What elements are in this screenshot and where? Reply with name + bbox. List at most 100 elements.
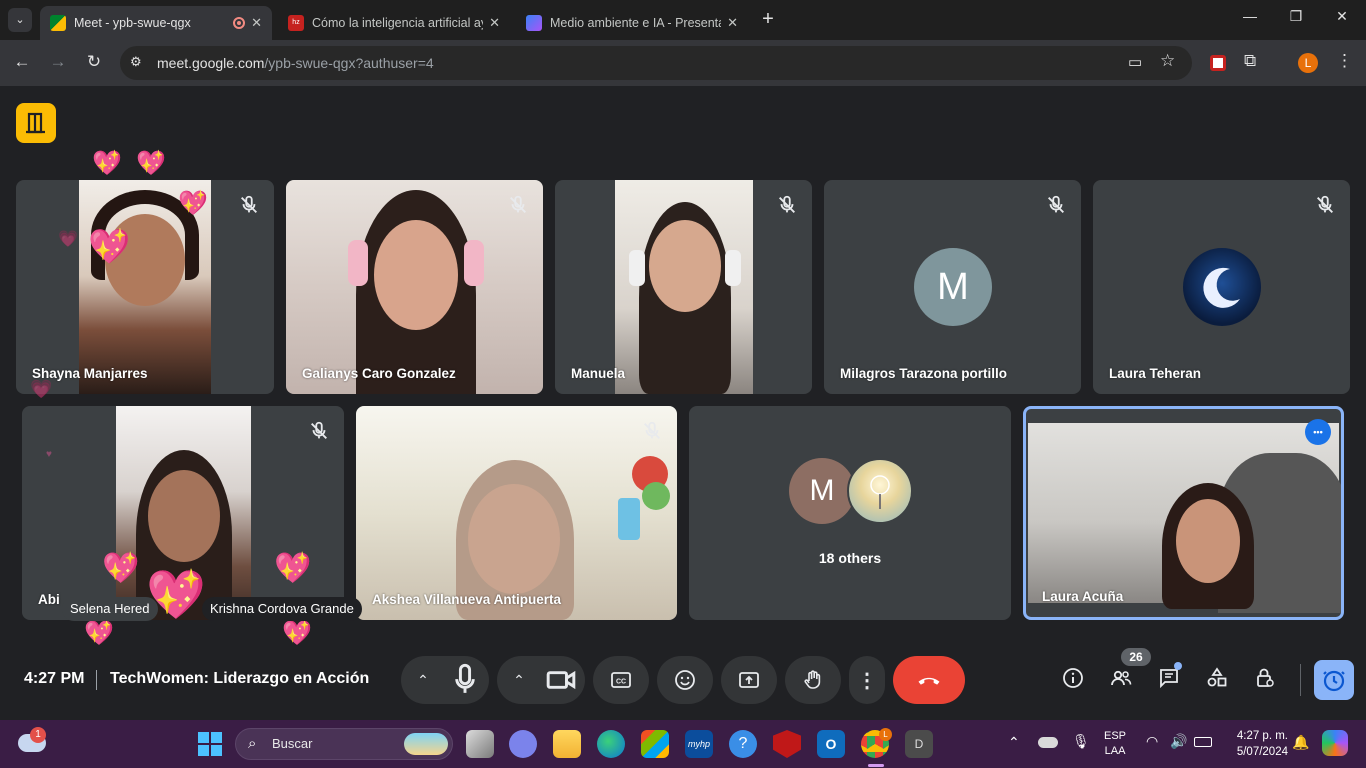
tab-presentation[interactable]: Medio ambiente e IA - Presenta ✕ <box>516 6 748 40</box>
captions-button[interactable]: CC <box>593 656 649 704</box>
close-window-button[interactable]: ✕ <box>1322 8 1362 25</box>
tab-title: Medio ambiente e IA - Presenta <box>550 16 722 30</box>
minimize-button[interactable]: — <box>1230 8 1270 24</box>
weather-badge: 1 <box>30 727 46 743</box>
tab-title: Cómo la inteligencia artificial ay <box>312 16 484 30</box>
beach-highlight-icon <box>404 733 448 755</box>
camera-icon[interactable] <box>539 658 583 702</box>
leave-call-button[interactable] <box>893 656 965 704</box>
start-button[interactable] <box>198 732 222 756</box>
participant-tile[interactable]: Galianys Caro Gonzalez <box>286 180 543 394</box>
back-icon[interactable]: ← <box>10 52 34 72</box>
participant-tile[interactable]: Manuela <box>555 180 812 394</box>
tab-article[interactable]: hz Cómo la inteligencia artificial ay ✕ <box>278 6 510 40</box>
reactions-button[interactable] <box>657 656 713 704</box>
language-indicator[interactable]: ESP LAA <box>1104 729 1126 759</box>
microsoft-store-icon[interactable] <box>641 730 669 758</box>
participant-name: Akshea Villanueva Antipuerta <box>372 592 562 607</box>
participant-tile[interactable]: Shayna Manjarres <box>16 180 274 394</box>
mcafee-icon[interactable] <box>773 730 801 758</box>
teams-chat-icon[interactable] <box>509 730 537 758</box>
show-hidden-icons-chevron-icon[interactable]: ⌃ <box>1008 734 1020 751</box>
google-meet-icon <box>50 15 66 31</box>
app-d-icon[interactable]: D <box>905 730 933 758</box>
raise-hand-button[interactable] <box>785 656 841 704</box>
end-call-icon <box>918 677 940 685</box>
battery-icon[interactable] <box>1194 737 1212 747</box>
tab-title: Meet - ypb-swue-qgx <box>74 16 191 30</box>
timer-button[interactable] <box>1314 660 1354 700</box>
meeting-logo-badge[interactable] <box>16 103 56 143</box>
tab-meet[interactable]: Meet - ypb-swue-qgx ✕ <box>40 6 272 40</box>
close-tab-icon[interactable]: ✕ <box>489 15 500 31</box>
participant-avatar: M <box>789 458 855 524</box>
notification-bell-icon[interactable]: 🔔 <box>1292 734 1309 751</box>
edge-icon[interactable] <box>597 730 625 758</box>
muted-mic-icon <box>779 195 795 213</box>
camera-in-use-icon[interactable]: ▭ <box>1128 53 1142 71</box>
search-placeholder: Buscar <box>272 736 313 751</box>
url-path: /ypb-swue-qgx?authuser=4 <box>264 55 434 71</box>
participant-count-badge: 26 <box>1121 648 1151 666</box>
chat-icon[interactable] <box>1155 666 1183 694</box>
chat-notification-dot <box>1174 662 1182 670</box>
divider <box>96 670 97 690</box>
browser-tab-strip: ⌄ Meet - ypb-swue-qgx ✕ hz Cómo la intel… <box>0 0 1366 40</box>
activities-icon[interactable] <box>1203 666 1231 694</box>
more-options-button[interactable]: ⋮ <box>849 656 885 704</box>
participant-avatar: M <box>914 248 992 326</box>
participant-name: Laura Teheran <box>1109 366 1202 381</box>
bookmark-star-icon[interactable]: ☆ <box>1160 51 1175 71</box>
extensions-icon[interactable]: ⧉ <box>1244 51 1256 71</box>
new-tab-button[interactable]: + <box>758 8 778 31</box>
participant-video <box>615 180 753 394</box>
tile-options-button[interactable]: ••• <box>1305 419 1331 445</box>
close-tab-icon[interactable]: ✕ <box>251 15 262 31</box>
door-icon <box>26 112 45 134</box>
forward-icon[interactable]: → <box>46 52 70 72</box>
profile-avatar[interactable]: L <box>1298 53 1318 73</box>
recording-icon <box>233 17 246 29</box>
browser-menu-icon[interactable]: ⋮ <box>1336 51 1353 71</box>
hand-icon <box>804 670 821 689</box>
site-settings-icon[interactable]: ⚙ <box>130 54 142 70</box>
url-text[interactable]: meet.google.com/ypb-swue-qgx?authuser=4 <box>157 55 434 71</box>
participant-tile[interactable]: Laura Teheran <box>1093 180 1350 394</box>
volume-icon[interactable]: 🔊 <box>1170 733 1187 750</box>
heart-reaction-icon: 💖 <box>102 552 140 585</box>
host-controls-icon[interactable] <box>1251 666 1279 694</box>
myhp-icon[interactable]: myhp <box>685 730 713 758</box>
microphone-tray-icon[interactable]: 🎙 <box>1072 733 1090 750</box>
present-button[interactable] <box>721 656 777 704</box>
muted-mic-icon <box>1317 195 1333 213</box>
outlook-icon[interactable]: O <box>817 730 845 758</box>
reload-icon[interactable]: ↻ <box>82 52 106 72</box>
taskbar-search-box[interactable]: ⌕ Buscar <box>235 728 453 760</box>
copilot-icon[interactable] <box>1322 730 1348 756</box>
self-tile[interactable]: ••• Laura Acuña <box>1023 406 1344 620</box>
close-tab-icon[interactable]: ✕ <box>727 15 738 31</box>
system-clock[interactable]: 4:27 p. m. 5/07/2024 <box>1222 728 1288 760</box>
wifi-icon[interactable]: ◠ <box>1146 733 1158 750</box>
moon-icon <box>1203 267 1240 308</box>
task-view-icon[interactable] <box>466 730 494 758</box>
address-bar[interactable]: ⚙ meet.google.com/ypb-swue-qgx?authuser=… <box>120 46 1192 80</box>
participant-tile[interactable]: Akshea Villanueva Antipuerta <box>356 406 677 620</box>
tab-search-button[interactable]: ⌄ <box>8 8 32 32</box>
heart-reaction-icon: 💗 <box>58 231 78 248</box>
restore-button[interactable]: ❐ <box>1276 8 1316 25</box>
audio-options-chevron-icon[interactable]: ⌃ <box>403 672 443 689</box>
meeting-details-icon[interactable] <box>1059 666 1087 694</box>
onedrive-icon[interactable] <box>1038 737 1058 748</box>
others-tile[interactable]: M 18 others <box>689 406 1011 620</box>
get-help-icon[interactable]: ? <box>729 730 757 758</box>
file-explorer-icon[interactable] <box>553 730 581 758</box>
mcafee-extension-icon[interactable] <box>1210 55 1226 71</box>
participant-tile[interactable]: M Milagros Tarazona portillo <box>824 180 1081 394</box>
video-options-chevron-icon[interactable]: ⌃ <box>499 672 539 689</box>
copilot-icon <box>526 15 542 31</box>
people-icon[interactable] <box>1107 666 1135 694</box>
site-favicon-icon: hz <box>288 15 304 31</box>
browser-toolbar: ← → ↻ ⚙ meet.google.com/ypb-swue-qgx?aut… <box>0 40 1366 86</box>
mic-icon[interactable] <box>443 658 487 702</box>
